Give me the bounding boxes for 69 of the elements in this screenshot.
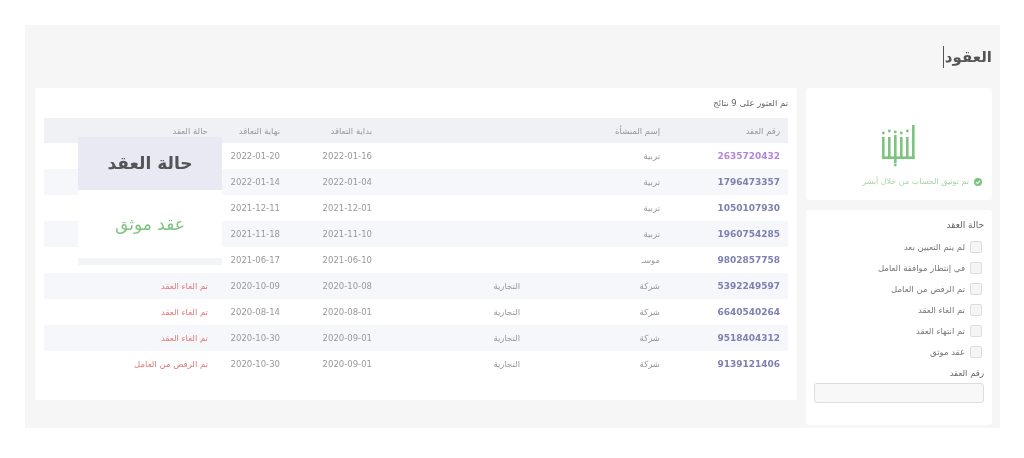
table-cell: شركة [639, 359, 660, 369]
contract-number-link[interactable]: 5392249597 [717, 281, 780, 291]
contract-number-link[interactable]: 1050107930 [717, 203, 780, 213]
option-label: لم يتم التعيين بعد [903, 241, 965, 252]
contract-number-link[interactable]: 9518404312 [717, 333, 780, 343]
option-label: في إنتظار موافقة العامل [877, 262, 965, 273]
date-cell: 2021-11-10 [322, 229, 372, 239]
status-cell: تم الغاء العقد [161, 333, 208, 343]
date-cell: 2020-09-01 [322, 359, 372, 369]
table-cell: تربية [643, 203, 660, 213]
date-cell: 2020-08-14 [230, 307, 280, 317]
contract-number-field[interactable] [814, 383, 984, 403]
contract-number-link[interactable]: 9802857758 [717, 255, 780, 265]
contract-number-link[interactable]: 2635720432 [717, 151, 780, 161]
contract-number-link[interactable]: 1796473357 [717, 177, 780, 187]
verification-text: تم توثيق الحساب من خلال أبشر [862, 177, 969, 186]
contract-number-header: رقم العقد [668, 118, 788, 143]
page-title: العقود [944, 47, 992, 66]
date-cell: 2021-11-18 [230, 229, 280, 239]
table-cell: شركة [639, 333, 660, 343]
date-cell: 2022-01-14 [230, 177, 280, 187]
table-cell: التجارية [493, 281, 520, 291]
date-cell: 2022-01-04 [322, 177, 372, 187]
date-cell: 2021-12-11 [230, 203, 280, 213]
checkbox[interactable] [970, 261, 982, 274]
date-cell: 2021-06-17 [230, 255, 280, 265]
date-cell: 2020-10-30 [230, 359, 280, 369]
callout-value: عقد موثق [114, 213, 186, 236]
option-label: تم الغاء العقد [918, 304, 965, 315]
status-cell: تم الغاء العقد [161, 281, 208, 291]
establishment-header: إسم المنشأة [528, 118, 668, 143]
table-cell: تربية [643, 229, 660, 239]
text-cursor [942, 45, 944, 68]
table-cell: شركة [639, 281, 660, 291]
checkbox[interactable] [970, 324, 982, 337]
callout-title: حالة العقد [78, 137, 222, 190]
date-cell: 2021-06-10 [322, 255, 372, 265]
table-cell: التجارية [493, 307, 520, 317]
table-cell: تربية [643, 151, 660, 161]
option-label: عقد موثق [930, 346, 965, 357]
date-cell: 2020-09-01 [322, 333, 372, 343]
date-cell: 2020-10-08 [322, 281, 372, 291]
date-cell: 2022-01-16 [322, 151, 372, 161]
date-cell: 2022-01-20 [230, 151, 280, 161]
table-cell: موسـ [641, 255, 660, 265]
status-cell: تم الغاء العقد [161, 307, 208, 317]
results-count: تم العثور على 9 نتائج [712, 97, 788, 110]
checkbox[interactable] [970, 282, 982, 295]
status-cell: تم الرفض من العامل [134, 359, 208, 369]
date-cell: 2020-08-01 [322, 307, 372, 317]
checkbox[interactable] [970, 240, 982, 253]
check-circle-icon [974, 177, 982, 186]
table-cell: التجارية [493, 359, 520, 369]
start-date-header: بداية التعاقد [288, 118, 380, 143]
contract-number-link[interactable]: 1960754285 [717, 229, 780, 239]
date-cell: 2020-10-09 [230, 281, 280, 291]
table-cell: شركة [639, 307, 660, 317]
contract-number-link[interactable]: 9139121406 [717, 359, 780, 369]
option-label: تم انتهاء العقد [915, 325, 965, 336]
field-label: رقم العقد [948, 368, 984, 378]
filter-title: حالة العقد [945, 220, 984, 230]
checkbox[interactable] [970, 345, 982, 358]
table-cell: التجارية [493, 333, 520, 343]
checkbox[interactable] [970, 303, 982, 316]
option-label: تم الرفض من العامل [891, 283, 965, 294]
table-cell: تربية [643, 177, 660, 187]
date-cell: 2021-12-01 [322, 203, 372, 213]
contract-number-link[interactable]: 6640540264 [717, 307, 780, 317]
date-cell: 2020-10-30 [230, 333, 280, 343]
